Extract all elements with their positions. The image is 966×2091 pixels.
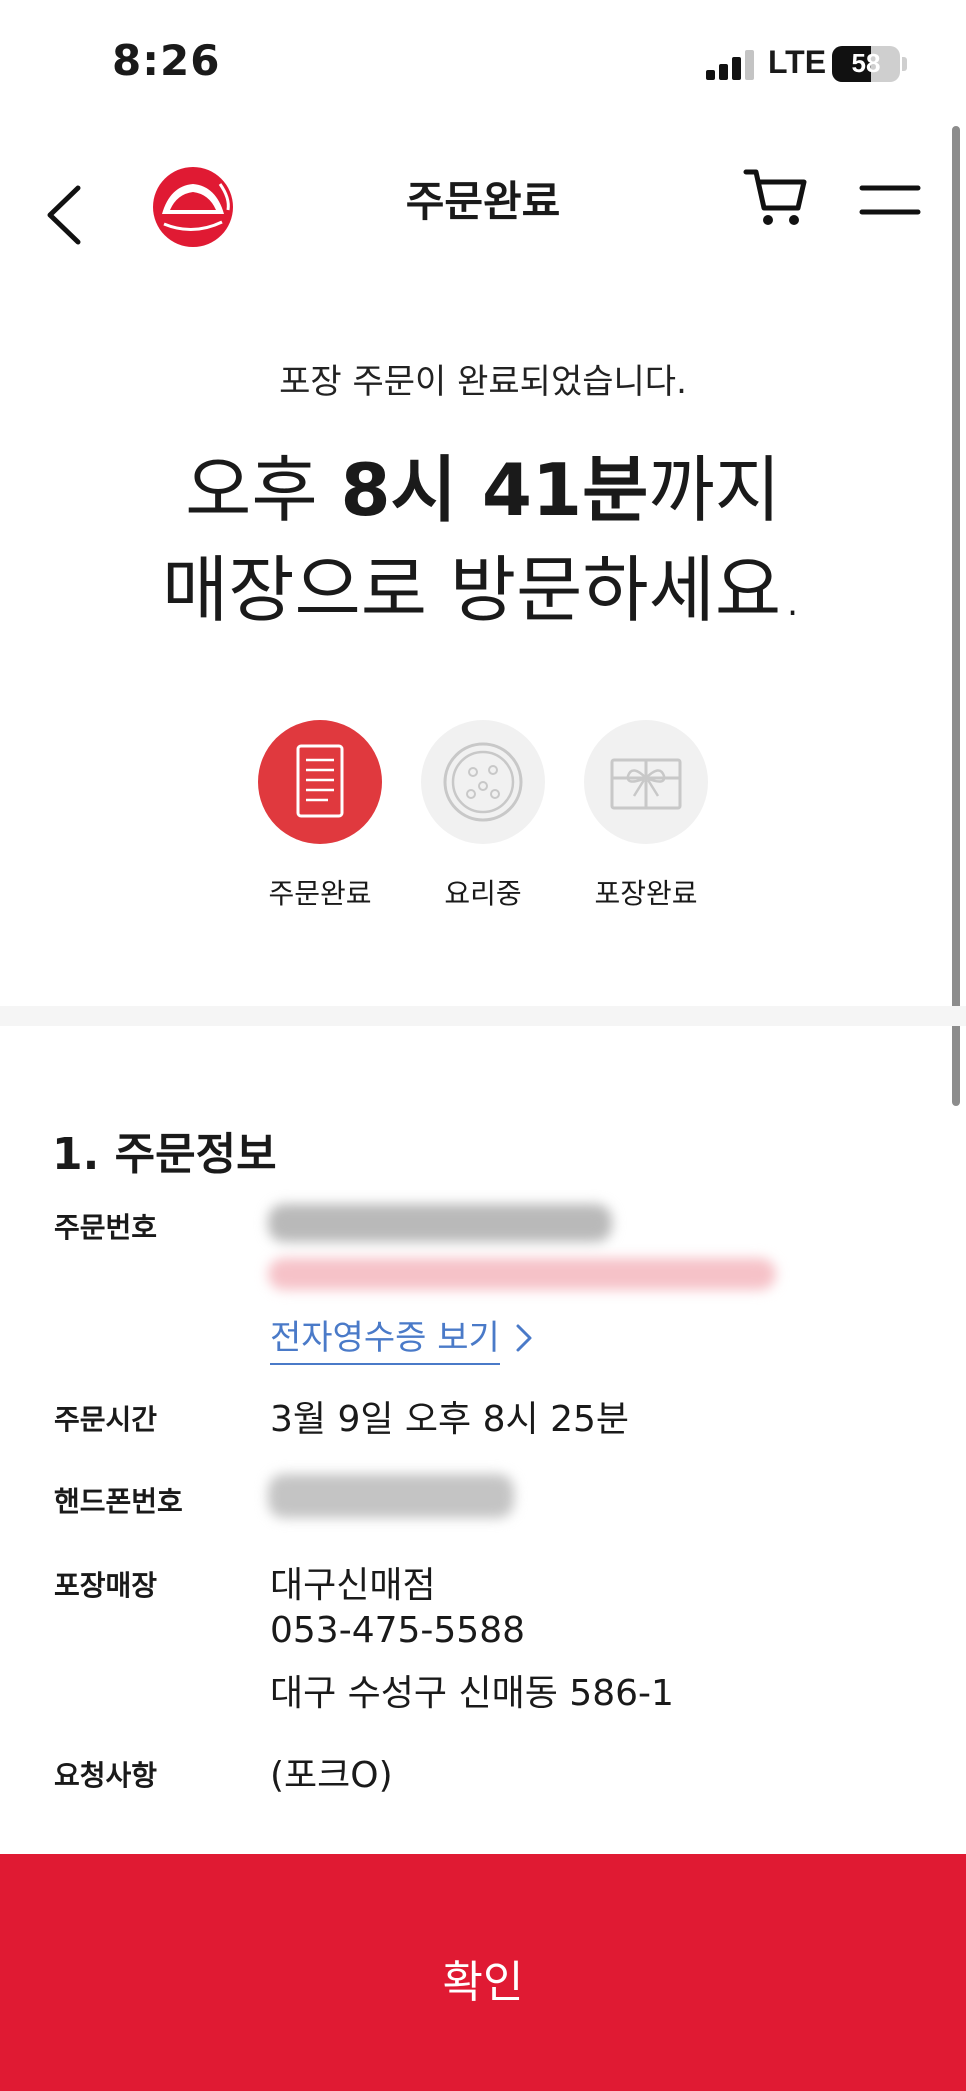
menu-button[interactable]: [858, 180, 922, 220]
step-label: 포장완료: [594, 877, 698, 910]
order-number-redacted: [268, 1204, 612, 1242]
step-cooking: 요리중: [413, 720, 553, 912]
request-label: 요청사항: [54, 1759, 158, 1792]
cart-icon: [743, 169, 807, 225]
phone-number-redacted: [268, 1474, 514, 1518]
gift-box-icon: [610, 758, 682, 810]
signal-icon: [706, 48, 754, 80]
hamburger-menu-icon: [859, 185, 921, 215]
order-number-note-redacted: [268, 1258, 776, 1290]
pickup-time-line: 오후 8시 41분까지: [0, 440, 966, 540]
pickup-time: 8시 41분: [340, 448, 649, 532]
battery-percent: 58: [851, 48, 881, 78]
step-label: 요리중: [444, 877, 522, 910]
step-packed-circle: [584, 720, 708, 844]
status-bar: 8:26 LTE 58: [0, 0, 966, 120]
step-packed: 포장완료: [576, 720, 716, 912]
order-complete-notice: 포장 주문이 완료되었습니다.: [279, 362, 687, 402]
store-label: 포장매장: [54, 1569, 158, 1602]
phone-label: 핸드폰번호: [54, 1485, 183, 1518]
step-label: 주문완료: [268, 877, 372, 910]
step-order-complete: 주문완료: [250, 720, 390, 912]
battery-icon: 58: [832, 46, 900, 82]
request-value: (포크O): [270, 1755, 393, 1796]
step-order-complete-circle: [258, 720, 382, 844]
app-header: 주문완료: [0, 130, 966, 280]
section-divider: [0, 1006, 966, 1026]
confirm-button[interactable]: 확인: [0, 1854, 966, 2091]
order-time-value: 3월 9일 오후 8시 25분: [270, 1399, 630, 1440]
receipt-icon: [296, 744, 344, 818]
order-info-title: 1. 주문정보: [52, 1129, 277, 1180]
store-address: 대구 수성구 신매동 586-1: [270, 1673, 674, 1714]
cart-button[interactable]: [742, 164, 812, 234]
visit-store-line: 매장으로 방문하세요.: [162, 548, 804, 632]
status-time: 8:26: [112, 36, 221, 85]
step-cooking-circle: [421, 720, 545, 844]
network-label: LTE: [768, 44, 827, 80]
order-number-label: 주문번호: [54, 1211, 158, 1244]
store-phone[interactable]: 053-475-5588: [270, 1610, 525, 1651]
pickup-time-suffix: 까지: [648, 448, 781, 532]
order-progress-steps: 주문완료 요리중 포장완료: [250, 720, 720, 920]
store-name: 대구신매점: [270, 1565, 436, 1606]
order-time-label: 주문시간: [54, 1403, 158, 1436]
pickup-headline: 오후 8시 41분까지 매장으로 방문하세요.: [0, 440, 966, 640]
pickup-time-prefix: 오후: [185, 448, 341, 532]
battery-cap: [902, 57, 907, 71]
page-title: 주문완료: [405, 177, 561, 226]
confirm-button-label: 확인: [442, 1957, 524, 2008]
pizza-icon: [443, 742, 523, 822]
e-receipt-link[interactable]: 전자영수증 보기: [270, 1310, 500, 1365]
chevron-right-icon: [516, 1324, 532, 1352]
